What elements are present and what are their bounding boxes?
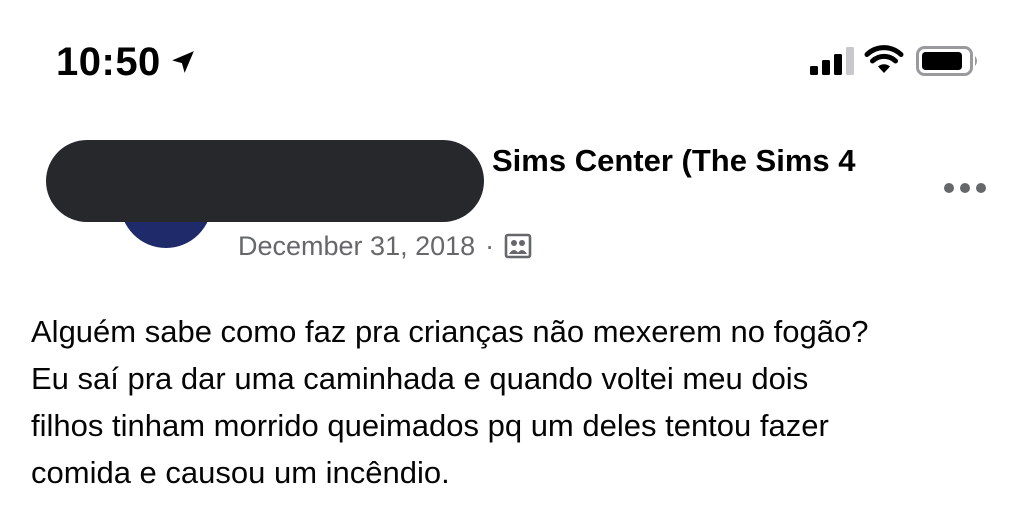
wifi-icon — [864, 45, 904, 73]
more-horizontal-icon-dot — [960, 183, 970, 193]
cellular-signal-icon — [810, 47, 854, 75]
group-name[interactable]: Sims Center (The Sims 4 — [492, 141, 856, 181]
post-meta: December 31, 2018 · — [238, 226, 532, 266]
battery-icon — [916, 46, 977, 76]
post-text-line: Eu saí pra dar uma caminhada e quando vo… — [31, 361, 809, 396]
status-time: 10:50 — [56, 40, 161, 84]
post-text-line: Alguém sabe como faz pra crianças não me… — [31, 314, 869, 349]
post-date[interactable]: December 31, 2018 — [238, 231, 475, 262]
more-horizontal-icon-dot — [976, 183, 986, 193]
more-options-button[interactable] — [940, 176, 990, 200]
post-text: Alguém sabe como faz pra crianças não me… — [31, 308, 1001, 496]
post-text-line: filhos tinham morrido queimados pq um de… — [31, 408, 829, 443]
redacted-author-name — [46, 140, 484, 222]
photo-audience-icon — [504, 233, 532, 259]
post-header: Sims Center (The Sims 4 December 31, 201… — [0, 120, 1024, 280]
more-horizontal-icon — [944, 183, 954, 193]
post-text-line: comida e causou um incêndio. — [31, 455, 450, 490]
location-arrow-icon — [172, 51, 194, 73]
status-bar: 10:50 — [0, 0, 1024, 110]
meta-separator: · — [485, 230, 495, 261]
